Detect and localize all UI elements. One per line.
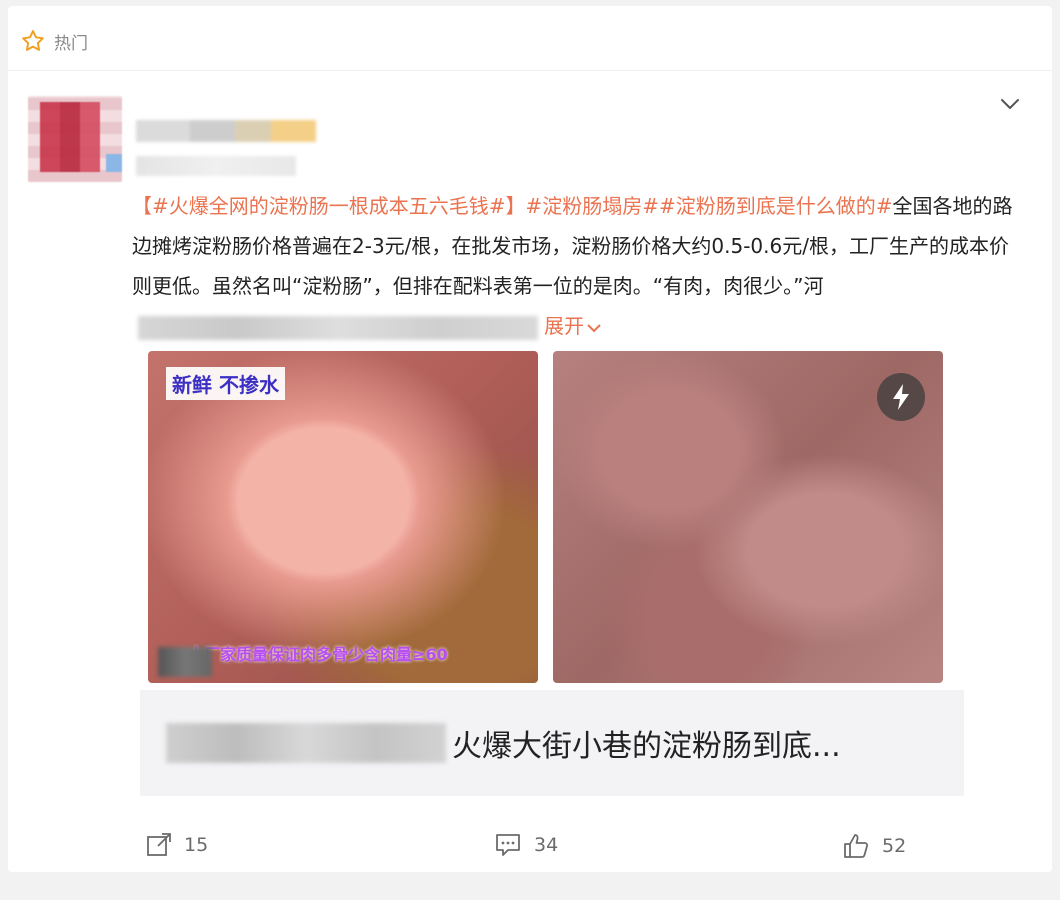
- chevron-down-icon: [587, 323, 601, 332]
- lightning-icon: [877, 373, 925, 421]
- link-card[interactable]: 火爆大街小巷的淀粉肠到底...: [140, 690, 964, 796]
- thumbs-up-icon: [842, 832, 870, 860]
- expand-link[interactable]: 展开: [544, 314, 602, 338]
- share-count: 15: [184, 834, 209, 856]
- topic-link-3[interactable]: #淀粉肠到底是什么做的#: [659, 194, 893, 218]
- share-icon: [146, 832, 172, 858]
- post-image-1[interactable]: 新鲜 不掺水 大厂家质量保证肉多骨少含肉量≥60: [148, 351, 538, 683]
- like-button[interactable]: 52: [842, 832, 906, 860]
- link-card-blurred: [166, 723, 446, 763]
- username-blurred[interactable]: [136, 120, 316, 142]
- divider: [8, 70, 1052, 71]
- avatar[interactable]: [28, 96, 122, 182]
- share-button[interactable]: 15: [146, 832, 208, 858]
- hot-header[interactable]: 热门: [20, 28, 88, 54]
- post-text: 【#火爆全网的淀粉肠一根成本五六毛钱#】#淀粉肠塌房##淀粉肠到底是什么做的#全…: [132, 186, 1022, 346]
- post-meta-blurred: [136, 156, 296, 176]
- post-card: 热门 【#火爆全网的淀粉肠一根成本五六毛钱#】#淀粉肠塌房##淀粉肠到底是什么做…: [8, 6, 1052, 872]
- comment-button[interactable]: 34: [494, 832, 558, 858]
- post-image-2[interactable]: [553, 351, 943, 683]
- action-bar: 15 34 52: [8, 832, 1052, 862]
- like-count: 52: [882, 835, 907, 857]
- body-text-start: 全国: [892, 194, 933, 218]
- image-caption: 大厂家质量保证肉多骨少含肉量≥60: [188, 645, 448, 664]
- blurred-text: [138, 315, 538, 340]
- chevron-down-icon[interactable]: [998, 92, 1022, 116]
- link-card-title: 火爆大街小巷的淀粉肠到底...: [452, 729, 841, 764]
- image-tag: 新鲜 不掺水: [166, 367, 285, 400]
- hot-label: 热门: [54, 33, 88, 54]
- comment-count: 34: [534, 834, 559, 856]
- watermark-blurred: [158, 647, 212, 677]
- comment-icon: [494, 832, 522, 858]
- topic-link-2[interactable]: #淀粉肠塌房#: [526, 194, 660, 218]
- topic-link-main[interactable]: 【#火爆全网的淀粉肠一根成本五六毛钱#】: [132, 194, 526, 218]
- star-outline-icon: [20, 28, 46, 54]
